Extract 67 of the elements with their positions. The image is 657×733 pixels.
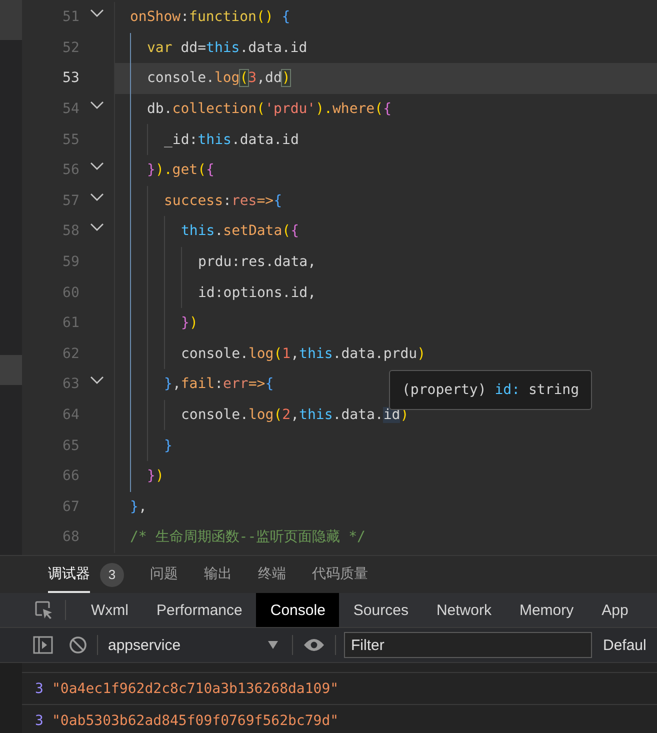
code-line: }) bbox=[181, 315, 198, 332]
panel-tab[interactable]: 输出 bbox=[204, 556, 232, 593]
devtools-tab[interactable]: Network bbox=[422, 593, 506, 627]
context-select[interactable]: appservice bbox=[108, 636, 268, 654]
line-number: 59 bbox=[62, 254, 80, 270]
log-levels-dropdown[interactable]: Defaul bbox=[603, 636, 646, 654]
line-number: 57 bbox=[62, 192, 80, 209]
code-line: }).get({ bbox=[147, 162, 214, 178]
filter-field[interactable]: Filter bbox=[344, 632, 592, 658]
caret-icon[interactable] bbox=[268, 641, 278, 649]
clear-console-icon[interactable] bbox=[69, 636, 87, 654]
line-number: 60 bbox=[62, 284, 80, 301]
devtools-tab[interactable]: Wxml bbox=[77, 593, 142, 627]
code-line: prdu:res.data, bbox=[198, 254, 316, 270]
code-line: /* 生命周期函数--监听页面隐藏 */ bbox=[130, 528, 366, 546]
log-message: "0a4ec1f962d2c8c710a3b136268da109" bbox=[52, 680, 339, 696]
line-number: 58 bbox=[62, 223, 80, 240]
line-number: 65 bbox=[62, 438, 80, 454]
line-number: 66 bbox=[62, 468, 80, 484]
fold-chevron-icon[interactable] bbox=[90, 223, 104, 232]
code-line: }, bbox=[130, 498, 147, 515]
inspect-cursor-icon[interactable] bbox=[34, 600, 54, 620]
sidebar-highlight bbox=[0, 355, 22, 385]
line-number: 53 bbox=[62, 70, 80, 86]
line-number: 56 bbox=[62, 162, 80, 178]
fold-chevron-icon[interactable] bbox=[90, 192, 104, 201]
line-number: 64 bbox=[62, 407, 80, 424]
repeat-count: 3 bbox=[35, 712, 44, 728]
line-number: 61 bbox=[62, 315, 80, 332]
code-line: this.setData({ bbox=[181, 223, 300, 240]
fold-chevron-icon[interactable] bbox=[90, 162, 104, 170]
fold-chevron-icon[interactable] bbox=[90, 101, 104, 110]
code-line: onShow:function() { bbox=[130, 9, 290, 26]
line-number: 54 bbox=[62, 101, 80, 118]
code-line: id:options.id, bbox=[198, 284, 316, 301]
line-number: 62 bbox=[62, 346, 80, 362]
line-number: 52 bbox=[62, 40, 80, 56]
count-badge: 3 bbox=[100, 562, 124, 586]
devtools-tab[interactable]: App bbox=[588, 593, 642, 627]
code-line: _id:this.data.id bbox=[164, 132, 299, 148]
panel-tab[interactable]: 代码质量 bbox=[312, 556, 368, 593]
devtools-tab[interactable]: Performance bbox=[142, 593, 256, 627]
line-number: 68 bbox=[62, 529, 80, 546]
code-line: } bbox=[164, 438, 172, 454]
code-line: var dd=this.data.id bbox=[147, 40, 308, 56]
sidebar-toggle-icon[interactable] bbox=[33, 636, 53, 654]
devtools-tab[interactable]: Sources bbox=[339, 593, 422, 627]
code-line: console.log(3,dd) bbox=[147, 70, 290, 86]
fold-chevron-icon[interactable] bbox=[90, 376, 104, 384]
code-line: db.collection('prdu').where({ bbox=[147, 101, 392, 118]
panel-tab[interactable]: 终端 bbox=[258, 556, 286, 593]
eye-icon[interactable] bbox=[303, 638, 325, 652]
code-line: console.log(1,this.data.prdu) bbox=[181, 346, 426, 362]
line-number: 55 bbox=[62, 132, 80, 148]
line-number: 63 bbox=[62, 376, 80, 392]
repeat-count: 3 bbox=[35, 680, 44, 696]
line-number: 51 bbox=[62, 9, 80, 26]
line-number: 67 bbox=[62, 498, 80, 515]
code-line: },fail:err=>{ bbox=[164, 376, 274, 392]
devtools-tab[interactable]: Console bbox=[256, 593, 340, 627]
fold-chevron-icon[interactable] bbox=[90, 9, 104, 18]
hover-tooltip: (property) id: string bbox=[389, 370, 592, 410]
code-line: success:res=>{ bbox=[164, 192, 282, 209]
code-line: }) bbox=[147, 468, 164, 484]
panel-tab[interactable]: 问题 bbox=[150, 556, 178, 593]
devtools-tab[interactable]: Memory bbox=[505, 593, 588, 627]
log-message: "0ab5303b62ad845f09f0769f562bc79d" bbox=[52, 712, 339, 728]
